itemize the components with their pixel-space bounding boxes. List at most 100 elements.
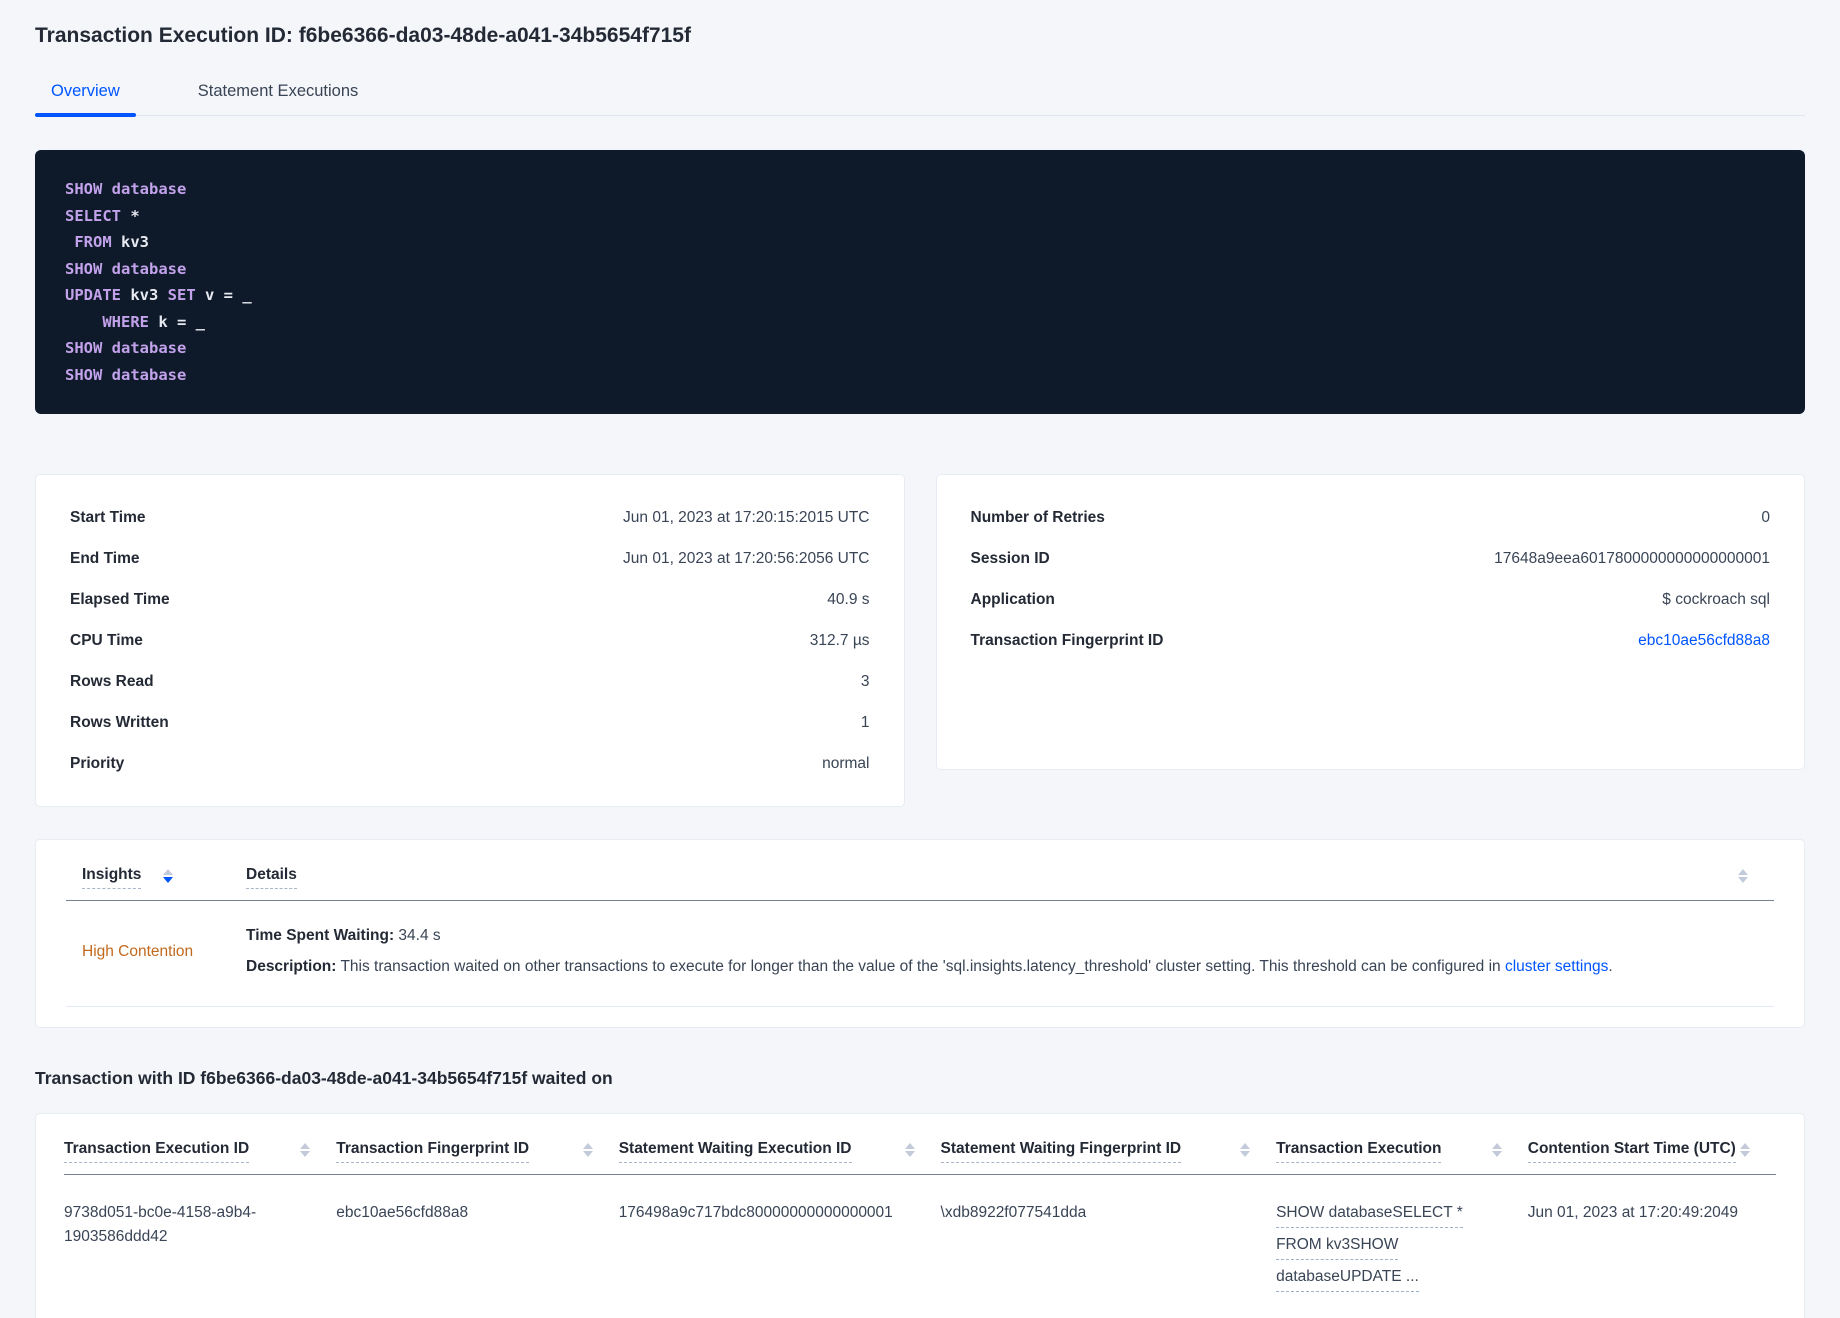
insight-row: High Contention Time Spent Waiting: 34.4… [66,901,1774,1006]
summary-label: Elapsed Time [70,591,170,608]
sort-icon[interactable] [300,1140,311,1157]
summary-row: Rows Read 3 [70,661,870,702]
summary-value: 312.7 µs [809,632,870,649]
sql-token: SHOW database [65,339,187,357]
summary-row: Priority normal [70,743,870,784]
sql-code: SHOW database SELECT * FROM kv3 SHOW datab… [65,176,1775,388]
column-header-statement-waiting-fingerprint-id: Statement Waiting Fingerprint ID [940,1114,1277,1163]
column-label[interactable]: Transaction Execution ID [64,1140,250,1163]
transaction-execution-line[interactable]: SHOW databaseSELECT * [1276,1201,1463,1228]
summary-row: Rows Written 1 [70,702,870,743]
summary-value: 0 [1761,509,1770,526]
column-label[interactable]: Transaction Fingerprint ID [336,1140,530,1163]
description-label: Description: [246,958,337,975]
insight-type-badge: High Contention [82,942,194,960]
column-header-contention-start-time: Contention Start Time (UTC) [1527,1114,1776,1163]
insight-details: Time Spent Waiting: 34.4 s Description: … [246,925,1758,978]
summary-card-right: Number of Retries 0 Session ID 17648a9eea60… [935,474,1805,770]
summary-row: Elapsed Time 40.9 s [70,579,870,620]
sort-icon[interactable] [163,866,174,883]
column-header-transaction-execution-id: Transaction Execution ID [64,1114,336,1163]
transaction-execution-link[interactable]: SHOW databaseSELECT * FROM kv3SHOW databas… [1276,1175,1528,1318]
summary-label: CPU Time [70,632,143,649]
insights-column-label[interactable]: Insights [82,866,142,889]
summary-label: Priority [70,755,125,772]
cell-transaction-execution-id: 9738d051-bc0e-4158-a9b4-1903586ddd42 [64,1204,257,1245]
sql-token: v = _ [195,286,252,304]
sort-icon[interactable] [1491,1140,1502,1157]
page-title: Transaction Execution ID: f6be6366-da03-… [35,24,691,47]
summary-value: 17648a9eea6017800000000000000001 [1494,550,1770,567]
column-label[interactable]: Statement Waiting Fingerprint ID [940,1140,1182,1163]
column-header-transaction-fingerprint-id: Transaction Fingerprint ID [336,1114,618,1163]
summary-value: Jun 01, 2023 at 17:20:15:2015 UTC [623,509,870,526]
summary-label: Transaction Fingerprint ID [970,632,1164,649]
sql-token: SHOW database [65,180,187,198]
details-column-header: Details [246,866,297,889]
sql-line: SHOW database [65,335,1775,362]
summary-label: Rows Written [70,714,169,731]
sql-token: kv3 [111,233,149,251]
summary-cards: Start Time Jun 01, 2023 at 17:20:15:2015 … [35,474,1805,807]
description-text: This transaction waited on other transac… [336,958,1505,975]
tab-statement-executions[interactable]: Statement Executions [182,72,375,115]
tab-bar: Overview Statement Executions [35,72,1805,117]
summary-row: Start Time Jun 01, 2023 at 17:20:15:2015 … [70,497,870,538]
sql-line: SHOW database [65,362,1775,389]
summary-row: Number of Retries 0 [971,497,1771,538]
insights-column-header: Insights [82,866,246,889]
sort-icon[interactable] [904,1140,915,1157]
column-header-statement-waiting-execution-id: Statement Waiting Execution ID [618,1114,941,1163]
description-suffix: . [1608,958,1613,975]
summary-label: End Time [70,550,140,567]
sql-statements-box: SHOW database SELECT * FROM kv3 SHOW datab… [35,150,1805,414]
sql-token: SELECT [65,206,121,225]
cell-transaction-fingerprint-id: ebc10ae56cfd88a8 [336,1204,469,1221]
summary-value: 3 [860,673,870,690]
summary-card-left: Start Time Jun 01, 2023 at 17:20:15:2015 … [35,474,905,807]
summary-row: CPU Time 312.7 µs [70,620,870,661]
summary-right-rows: Number of Retries 0 Session ID 17648a9eea60… [971,497,1771,661]
sort-icon[interactable] [582,1140,593,1157]
column-label[interactable]: Contention Start Time (UTC) [1527,1140,1736,1163]
transaction-fingerprint-link[interactable]: ebc10ae56cfd88a8 [1638,630,1770,651]
details-column-label[interactable]: Details [246,866,297,889]
description-line: Description: This transaction waited on … [246,956,1758,978]
time-spent-waiting-line: Time Spent Waiting: 34.4 s [246,925,1758,947]
sql-token: SET [167,286,196,304]
sort-icon[interactable] [1240,1140,1251,1157]
summary-row: Application $ cockroach sql [971,579,1771,620]
insights-table-header: Insights Details [66,840,1774,889]
summary-row: Transaction Fingerprint ID ebc10ae56cfd88… [971,620,1771,661]
column-label[interactable]: Statement Waiting Execution ID [618,1140,852,1163]
summary-value: Jun 01, 2023 at 17:20:56:2056 UTC [623,550,870,567]
time-spent-waiting-label: Time Spent Waiting: [246,927,395,944]
summary-label: Number of Retries [970,509,1105,526]
summary-value: 40.9 s [827,591,870,608]
summary-value: normal [822,755,870,772]
insights-table-card: Insights Details High Contention Time Sp… [35,839,1805,1028]
transaction-execution-line[interactable]: FROM kv3SHOW [1276,1233,1399,1260]
sort-icon[interactable] [1739,1140,1750,1157]
waited-on-table: Transaction Execution ID Transaction Fin… [64,1114,1776,1318]
sql-token: kv3 [121,286,168,304]
sql-token: * [121,206,140,225]
tab-overview[interactable]: Overview [35,72,136,117]
summary-value: 1 [860,714,870,731]
sql-token: UPDATE [65,286,121,304]
cell-statement-waiting-fingerprint-id: \xdb8922f077541dda [940,1204,1087,1221]
cell-contention-start-time: Jun 01, 2023 at 17:20:49:2049 [1527,1204,1739,1221]
waited-on-section-title: Transaction with ID f6be6366-da03-48de-a… [35,1068,613,1088]
summary-label: Session ID [970,550,1050,567]
cluster-settings-link[interactable]: cluster settings [1505,958,1608,975]
summary-left-rows: Start Time Jun 01, 2023 at 17:20:15:2015 … [70,497,870,784]
waited-on-table-card: Transaction Execution ID Transaction Fin… [35,1113,1805,1318]
sql-token: WHERE [102,312,149,331]
summary-row: Session ID 17648a9eea60178000000000000000… [971,538,1771,579]
column-label[interactable]: Transaction Execution [1276,1140,1442,1163]
sql-line: SELECT * [65,203,1775,230]
sort-icon[interactable] [1738,866,1748,883]
transaction-execution-line[interactable]: databaseUPDATE ... [1276,1265,1419,1292]
summary-row: End Time Jun 01, 2023 at 17:20:56:2056 UT… [70,538,870,579]
